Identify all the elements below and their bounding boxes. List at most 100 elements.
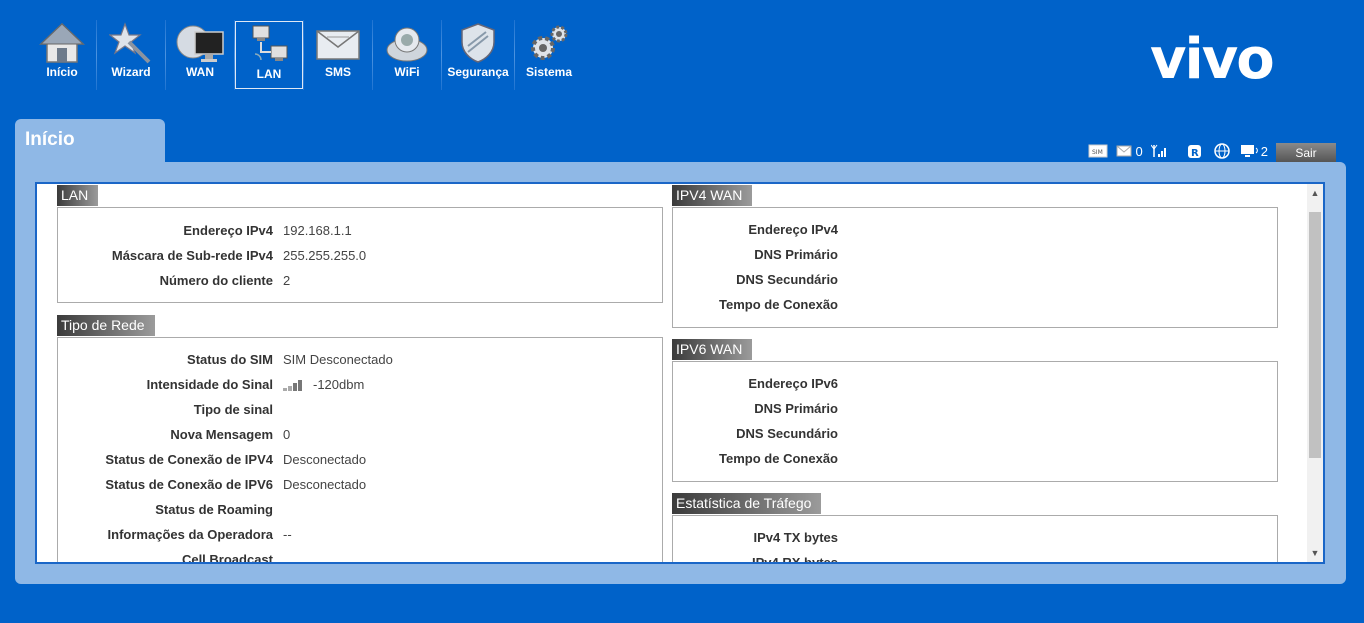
signal-strength-icon xyxy=(283,379,303,391)
info-row: Cell Broadcast xyxy=(58,547,662,564)
info-row: DNS Primário xyxy=(673,396,1277,421)
info-label: DNS Primário xyxy=(754,401,838,416)
nav-inicio[interactable]: Início xyxy=(28,21,96,87)
sim-icon: SIM xyxy=(1088,144,1108,158)
info-label: Número do cliente xyxy=(159,273,273,288)
traffic-panel: Estatística de Tráfego IPv4 TX bytes IPv4… xyxy=(672,493,1278,564)
scroll-thumb[interactable] xyxy=(1309,212,1321,458)
page-title: Início xyxy=(15,119,165,164)
info-row: Endereço IPv6 xyxy=(673,371,1277,396)
info-label: DNS Primário xyxy=(754,247,838,262)
info-label: Informações da Operadora xyxy=(107,527,273,542)
info-label: Tipo de sinal xyxy=(193,402,273,417)
status-bar: SIM 0 R 2 Sair xyxy=(1080,140,1336,162)
info-row: Tempo de Conexão xyxy=(673,292,1277,317)
info-row: Número do cliente 2 xyxy=(58,268,662,293)
info-label: Status de Conexão de IPV6 xyxy=(105,477,273,492)
traffic-panel-title: Estatística de Tráfego xyxy=(672,493,822,514)
signal-icon xyxy=(1150,144,1169,158)
vertical-scrollbar[interactable]: ▲ ▼ xyxy=(1307,184,1323,562)
nav-label: Sistema xyxy=(525,65,573,79)
nav-label: SMS xyxy=(324,65,351,79)
brand-text: vivo xyxy=(1150,34,1273,86)
info-label: Tempo de Conexão xyxy=(719,451,838,466)
nav-label: WiFi xyxy=(394,65,420,79)
info-label: Status de Conexão de IPV4 xyxy=(105,452,273,467)
info-row: Nova Mensagem 0 xyxy=(58,422,662,447)
info-value: SIM Desconectado xyxy=(283,352,393,367)
network-computers-icon xyxy=(244,23,294,67)
signal-value: -120dbm xyxy=(313,377,365,392)
info-value: Desconectado xyxy=(283,477,367,492)
globe-icon xyxy=(1214,143,1230,159)
info-row: IPv4 RX bytes xyxy=(673,550,1277,564)
info-value: 192.168.1.1 xyxy=(283,223,352,238)
info-label: Status de Roaming xyxy=(155,502,273,517)
info-value: 2 xyxy=(283,273,291,288)
vivo-logo: vivo xyxy=(1150,27,1315,92)
home-icon xyxy=(37,21,87,65)
nav-label: Início xyxy=(46,65,78,79)
sms-icon[interactable] xyxy=(1116,145,1132,157)
nav-seguranca[interactable]: Segurança xyxy=(442,21,514,87)
nav-label: Segurança xyxy=(447,65,509,79)
nav-sistema[interactable]: Sistema xyxy=(515,21,583,87)
nav-label: Wizard xyxy=(111,65,151,79)
ipv4-wan-panel-title: IPV4 WAN xyxy=(672,185,753,206)
lan-panel-body: Endereço IPv4 192.168.1.1 Máscara de Sub-r… xyxy=(57,207,663,303)
info-row: Status de Conexão de IPV4 Desconectado xyxy=(58,447,662,472)
info-row: IPv4 TX bytes xyxy=(673,525,1277,550)
info-row: Status do SIM SIM Desconectado xyxy=(58,347,662,372)
ipv6-wan-panel: IPV6 WAN Endereço IPv6 DNS Primário DNS Se… xyxy=(672,339,1278,482)
info-value: 255.255.255.0 xyxy=(283,248,367,263)
roaming-icon: R xyxy=(1187,144,1202,159)
svg-text:SIM: SIM xyxy=(1092,149,1103,156)
info-label: Endereço IPv4 xyxy=(183,223,273,238)
info-label: Máscara de Sub-rede IPv4 xyxy=(111,248,273,263)
gears-icon xyxy=(524,21,574,65)
info-label: Endereço IPv6 xyxy=(748,376,838,391)
nav-lan[interactable]: LAN xyxy=(235,21,303,89)
info-row: Status de Roaming xyxy=(58,497,662,522)
info-value: 0 xyxy=(283,427,291,442)
info-row: Endereço IPv4 192.168.1.1 xyxy=(58,218,662,243)
lan-panel-title: LAN xyxy=(57,185,99,206)
info-row: DNS Secundário xyxy=(673,421,1277,446)
scroll-up-arrow[interactable]: ▲ xyxy=(1307,186,1323,200)
shield-icon xyxy=(453,21,503,65)
info-label: Tempo de Conexão xyxy=(719,297,838,312)
ipv4-wan-panel: IPV4 WAN Endereço IPv4 DNS Primário DNS Se… xyxy=(672,185,1278,328)
info-row: Tempo de Conexão xyxy=(673,446,1277,471)
ipv6-wan-panel-body: Endereço IPv6 DNS Primário DNS Secundário T… xyxy=(672,361,1278,482)
devices-count: 2 xyxy=(1260,143,1268,159)
network-panel-body: Status do SIM SIM Desconectado Intensidade… xyxy=(57,337,663,564)
info-label: IPv4 TX bytes xyxy=(753,530,838,545)
ipv4-wan-panel-body: Endereço IPv4 DNS Primário DNS Secundário T… xyxy=(672,207,1278,328)
logout-button[interactable]: Sair xyxy=(1276,143,1336,162)
traffic-panel-body: IPv4 TX bytes IPv4 RX bytes xyxy=(672,515,1278,564)
nav-wifi[interactable]: WiFi xyxy=(373,21,441,87)
lan-panel: LAN Endereço IPv4 192.168.1.1 Máscara de S… xyxy=(57,185,663,303)
wand-icon xyxy=(106,21,156,65)
info-row: Intensidade do Sinal -120dbm xyxy=(58,372,662,397)
info-row: DNS Secundário xyxy=(673,267,1277,292)
info-label: DNS Secundário xyxy=(736,426,838,441)
main-nav: Início Wizard WAN LAN SMS WiFi Segurança… xyxy=(28,12,583,92)
info-label: Nova Mensagem xyxy=(170,427,273,442)
info-value: -120dbm xyxy=(283,377,364,392)
nav-label: WAN xyxy=(186,65,214,79)
info-row: Status de Conexão de IPV6 Desconectado xyxy=(58,472,662,497)
info-label: IPv4 RX bytes xyxy=(752,555,838,564)
info-value: -- xyxy=(283,527,292,542)
info-label: Cell Broadcast xyxy=(181,552,273,564)
nav-wan[interactable]: WAN xyxy=(166,21,234,87)
nav-sms[interactable]: SMS xyxy=(304,21,372,87)
info-label: Endereço IPv4 xyxy=(748,222,838,237)
ipv6-wan-panel-title: IPV6 WAN xyxy=(672,339,753,360)
info-label: Status do SIM xyxy=(187,352,273,367)
nav-wizard[interactable]: Wizard xyxy=(97,21,165,87)
network-panel: Tipo de Rede Status do SIM SIM Desconecta… xyxy=(57,315,663,564)
info-label: Intensidade do Sinal xyxy=(146,377,273,392)
nav-label: LAN xyxy=(256,67,282,81)
scroll-down-arrow[interactable]: ▼ xyxy=(1307,546,1323,560)
